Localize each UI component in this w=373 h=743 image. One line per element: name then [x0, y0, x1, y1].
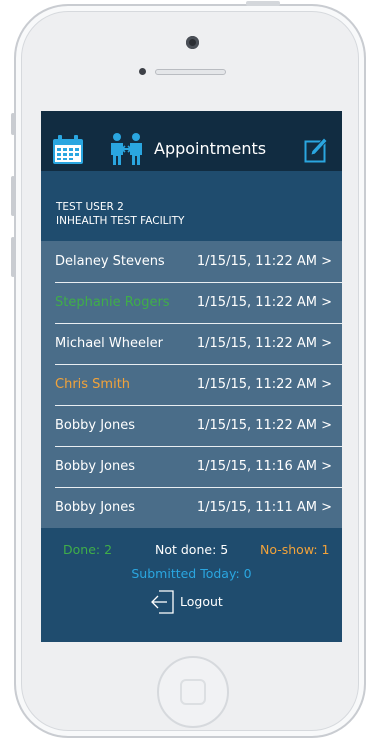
page-title: Appointments [154, 139, 267, 158]
power-button [246, 1, 280, 6]
appointment-datetime: 1/15/15, 11:22 AM > [196, 254, 332, 269]
appointment-list: Delaney Stevens 1/15/15, 11:22 AM > Stepha… [41, 241, 342, 528]
patient-name: Bobby Jones [55, 500, 135, 515]
appointment-row[interactable]: Michael Wheeler 1/15/15, 11:22 AM > [41, 323, 342, 364]
appointment-datetime: 1/15/15, 11:16 AM > [196, 459, 332, 474]
appointment-datetime: 1/15/15, 11:22 AM > [196, 377, 332, 392]
compose-icon[interactable] [304, 136, 330, 168]
app-screen: Appointments TEST USER 2 INHEALTH TEST F… [41, 111, 342, 642]
volume-up-button [11, 176, 15, 216]
appointment-datetime: 1/15/15, 11:22 AM > [196, 336, 332, 351]
logout-icon [149, 589, 177, 619]
user-info: TEST USER 2 INHEALTH TEST FACILITY [41, 171, 342, 241]
people-icon[interactable] [109, 132, 145, 170]
appointment-row[interactable]: Delaney Stevens 1/15/15, 11:22 AM > [41, 241, 342, 282]
appointment-row[interactable]: Bobby Jones 1/15/15, 11:22 AM > [41, 405, 342, 446]
mute-switch [11, 113, 15, 135]
patient-name: Chris Smith [55, 377, 131, 392]
appointment-row[interactable]: Bobby Jones 1/15/15, 11:16 AM > [41, 446, 342, 487]
patient-name: Stephanie Rogers [55, 295, 170, 310]
appointment-datetime: 1/15/15, 11:22 AM > [196, 295, 332, 310]
appointment-datetime: 1/15/15, 11:22 AM > [196, 418, 332, 433]
home-button-square [180, 679, 206, 705]
appointment-row[interactable]: Stephanie Rogers 1/15/15, 11:22 AM > [41, 282, 342, 323]
done-count: Done: 2 [63, 542, 113, 557]
appointment-datetime: 1/15/15, 11:11 AM > [196, 500, 332, 515]
volume-down-button [11, 237, 15, 277]
logout-button[interactable]: Logout [149, 588, 239, 616]
home-button[interactable] [157, 656, 229, 728]
proximity-sensor [139, 68, 146, 75]
earpiece-speaker [155, 69, 226, 75]
calendar-icon[interactable] [52, 135, 84, 169]
not-done-count: Not done: 5 [155, 542, 229, 557]
logout-label: Logout [180, 594, 223, 609]
appointment-row[interactable]: Chris Smith 1/15/15, 11:22 AM > [41, 364, 342, 405]
patient-name: Michael Wheeler [55, 336, 163, 351]
summary-footer: Done: 2 Not done: 5 No-show: 1 Submitted… [41, 528, 342, 642]
nav-bar: Appointments [41, 111, 342, 171]
no-show-count: No-show: 1 [260, 542, 330, 557]
patient-name: Delaney Stevens [55, 254, 165, 269]
submitted-today: Submitted Today: 0 [131, 566, 252, 581]
user-name: TEST USER 2 [56, 201, 124, 213]
patient-name: Bobby Jones [55, 459, 135, 474]
patient-name: Bobby Jones [55, 418, 135, 433]
front-camera [186, 36, 199, 49]
appointment-row[interactable]: Bobby Jones 1/15/15, 11:11 AM > [41, 487, 342, 528]
facility-name: INHEALTH TEST FACILITY [56, 215, 185, 227]
